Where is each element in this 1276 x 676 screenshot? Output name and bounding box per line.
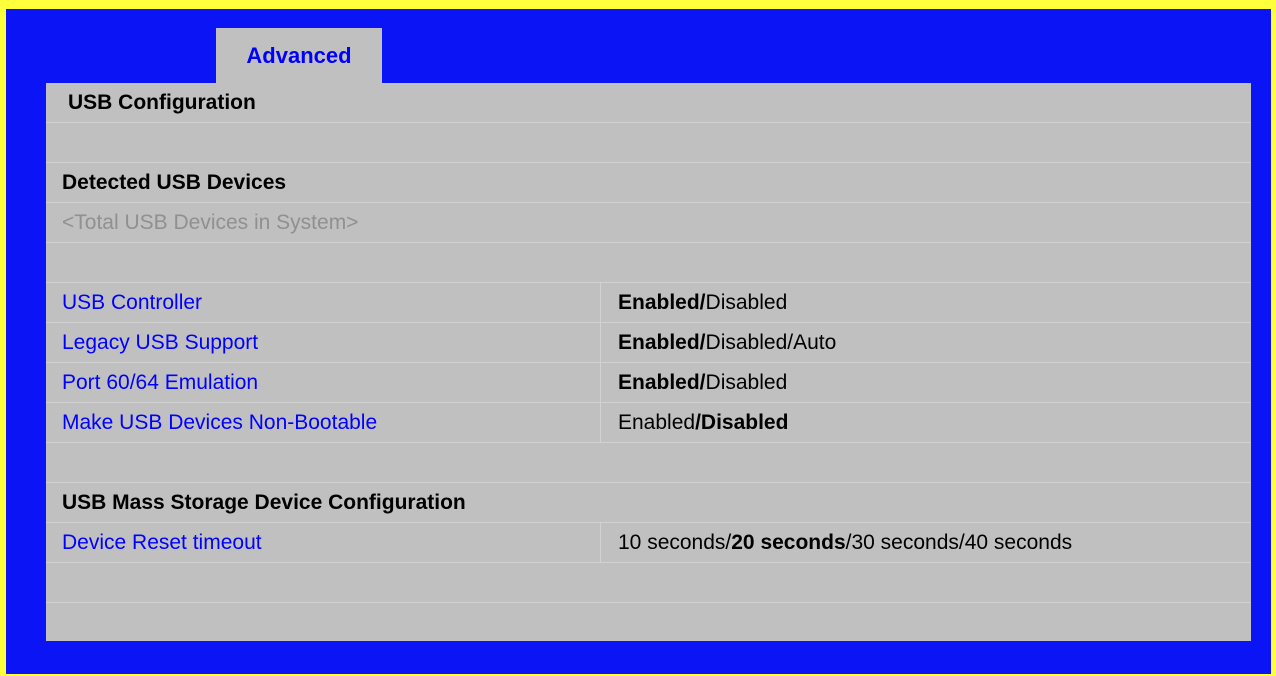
- option-10-seconds: 10 seconds/: [618, 531, 732, 554]
- setting-usb-controller[interactable]: USB Controller Enabled/ Disabled: [46, 283, 1251, 323]
- column-divider: [600, 363, 601, 403]
- setting-value[interactable]: Enabled/ Disabled: [618, 283, 787, 323]
- option-enabled: Enabled/: [618, 331, 706, 354]
- setting-label: Device Reset timeout: [62, 531, 262, 554]
- row-spacer: [46, 443, 1251, 483]
- option-enabled: Enabled/: [618, 371, 706, 394]
- column-divider: [600, 403, 601, 443]
- row-spacer: [46, 603, 1251, 643]
- setting-port-60-64-emulation[interactable]: Port 60/64 Emulation Enabled/ Disabled: [46, 363, 1251, 403]
- setting-value[interactable]: Enabled/ Disabled: [618, 363, 787, 403]
- option-20-seconds: 20 seconds: [731, 531, 846, 554]
- setting-device-reset-timeout[interactable]: Device Reset timeout 10 seconds/ 20 seco…: [46, 523, 1251, 563]
- row-mass-storage-heading: USB Mass Storage Device Configuration: [46, 483, 1251, 523]
- setting-label: Port 60/64 Emulation: [62, 371, 259, 394]
- setting-value[interactable]: Enabled /Disabled: [618, 403, 788, 443]
- tab-advanced[interactable]: Advanced: [216, 28, 382, 83]
- setting-label: Legacy USB Support: [62, 331, 259, 354]
- mass-storage-heading: USB Mass Storage Device Configuration: [62, 491, 466, 514]
- detected-devices-heading: Detected USB Devices: [62, 171, 287, 194]
- setting-make-usb-non-bootable[interactable]: Make USB Devices Non-Bootable Enabled /D…: [46, 403, 1251, 443]
- option-disabled: Disabled: [705, 371, 788, 394]
- option-enabled: Enabled: [618, 411, 696, 434]
- option-disabled: Disabled: [705, 291, 788, 314]
- usb-configuration-panel: USB Configuration Detected USB Devices <…: [46, 83, 1251, 641]
- row-page-title: USB Configuration: [46, 83, 1251, 123]
- row-spacer: [46, 243, 1251, 283]
- setting-value[interactable]: Enabled/ Disabled/Auto: [618, 323, 836, 363]
- column-divider: [600, 323, 601, 363]
- option-enabled: Enabled/: [618, 291, 706, 314]
- setting-legacy-usb-support[interactable]: Legacy USB Support Enabled/ Disabled/Aut…: [46, 323, 1251, 363]
- option-disabled: /Disabled: [695, 411, 789, 434]
- page-title: USB Configuration: [68, 91, 256, 114]
- total-usb-devices-text: <Total USB Devices in System>: [62, 211, 359, 234]
- setting-value[interactable]: 10 seconds/ 20 seconds /30 seconds/40 se…: [618, 523, 1072, 563]
- row-detected-heading: Detected USB Devices: [46, 163, 1251, 203]
- row-total-devices: <Total USB Devices in System>: [46, 203, 1251, 243]
- column-divider: [600, 283, 601, 323]
- bios-setup-screen: Advanced USB Configuration Detected USB …: [0, 0, 1276, 676]
- setting-label: USB Controller: [62, 291, 203, 314]
- option-30-40-seconds: /30 seconds/40 seconds: [845, 531, 1073, 554]
- row-spacer: [46, 123, 1251, 163]
- option-disabled-auto: Disabled/Auto: [705, 331, 837, 354]
- column-divider: [600, 523, 601, 563]
- row-spacer: [46, 563, 1251, 603]
- setting-label: Make USB Devices Non-Bootable: [62, 411, 378, 434]
